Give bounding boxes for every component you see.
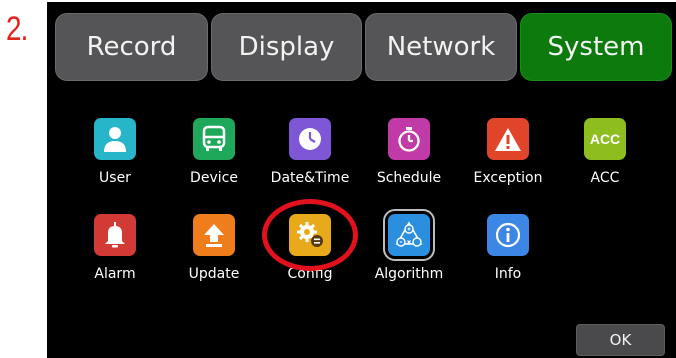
- info-icon: [487, 214, 529, 256]
- menu-item-label: Config: [287, 266, 333, 282]
- timer-icon: [388, 118, 430, 160]
- gear-icon: [289, 214, 331, 256]
- menu-item-label: Update: [188, 266, 240, 282]
- warning-icon: [487, 118, 529, 160]
- step-number: 2.: [6, 10, 28, 48]
- menu-item-label: ACC: [590, 170, 620, 186]
- upload-icon: [193, 214, 235, 256]
- tab-label: Display: [238, 32, 335, 62]
- menu-item-label: Device: [190, 170, 238, 186]
- tab-display[interactable]: Display: [211, 13, 362, 81]
- acc-icon: ACC: [584, 118, 626, 160]
- tab-label: Network: [386, 32, 496, 62]
- menu-item-update[interactable]: Update: [169, 214, 259, 282]
- tab-network[interactable]: Network: [365, 13, 517, 81]
- tab-label: System: [547, 32, 645, 62]
- tab-system[interactable]: System: [520, 13, 672, 81]
- tab-label: Record: [86, 32, 177, 62]
- menu-item-config[interactable]: Config: [265, 214, 355, 282]
- menu-item-algorithm[interactable]: Algorithm: [364, 209, 454, 282]
- acc-icon-text: ACC: [589, 131, 621, 147]
- bus-icon: [193, 118, 235, 160]
- menu-item-label: User: [99, 170, 131, 186]
- user-icon: [94, 118, 136, 160]
- menu-item-label: Date&Time: [270, 170, 350, 186]
- algorithm-icon: [383, 209, 435, 261]
- tab-record[interactable]: Record: [55, 13, 208, 81]
- menu-item-acc[interactable]: ACC ACC: [560, 118, 650, 186]
- menu-item-device[interactable]: Device: [169, 118, 259, 186]
- ok-button[interactable]: OK: [576, 324, 665, 356]
- menu-item-label: Exception: [473, 170, 543, 186]
- menu-item-info[interactable]: Info: [463, 214, 553, 282]
- menu-item-alarm[interactable]: Alarm: [70, 214, 160, 282]
- menu-item-label: Schedule: [376, 170, 442, 186]
- bell-icon: [94, 214, 136, 256]
- menu-item-date-time[interactable]: Date&Time: [265, 118, 355, 186]
- menu-item-user[interactable]: User: [70, 118, 160, 186]
- settings-screen: Record Display Network System User Devic…: [47, 2, 676, 358]
- ok-button-label: OK: [609, 331, 632, 349]
- clock-icon: [289, 118, 331, 160]
- menu-item-label: Info: [494, 266, 522, 282]
- menu-item-exception[interactable]: Exception: [463, 118, 553, 186]
- menu-item-label: Algorithm: [374, 266, 444, 282]
- menu-item-schedule[interactable]: Schedule: [364, 118, 454, 186]
- menu-item-label: Alarm: [94, 266, 136, 282]
